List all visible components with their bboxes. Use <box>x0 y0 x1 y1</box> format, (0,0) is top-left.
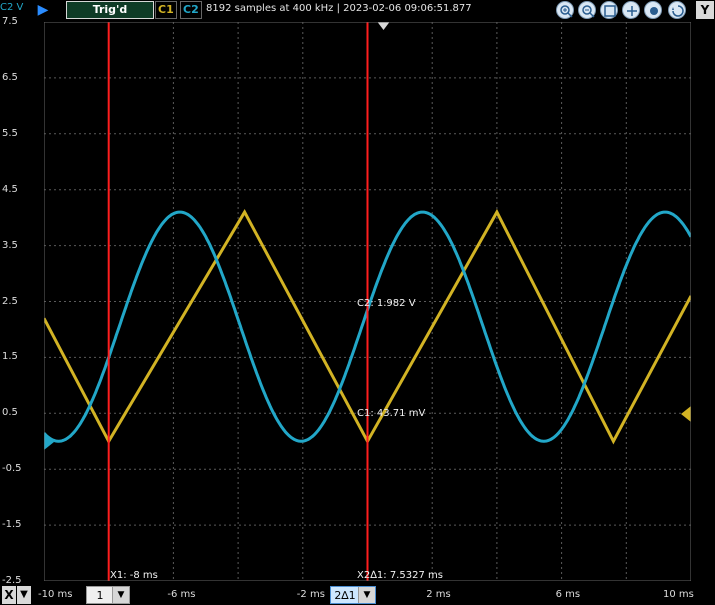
y-tick-label: 7.5 <box>2 16 18 27</box>
c2-cursor-value: C2: 1.982 V <box>357 298 416 309</box>
cursor-select-2[interactable]: 2∆1 ▼ <box>330 586 376 604</box>
x-tick-label: -6 ms <box>167 589 196 600</box>
x-axis-button[interactable]: X <box>2 586 16 604</box>
x2-cursor-label: X2∆1: 7.5327 ms <box>357 570 443 581</box>
x1-cursor-label: X1: -8 ms <box>110 570 158 581</box>
x-tick-label: -2 ms <box>296 589 325 600</box>
x-tick-label: 10 ms <box>663 589 694 600</box>
zoom-reset-icon[interactable] <box>668 1 686 19</box>
zoom-in-icon[interactable] <box>556 1 574 19</box>
pan-icon[interactable] <box>622 1 640 19</box>
y-tick-label: -0.5 <box>2 463 22 475</box>
top-toolbar: C2 V ▶ Trig'd C1 C2 8192 samples at 400 … <box>0 0 715 20</box>
chevron-down-icon: ▼ <box>358 587 375 603</box>
y-axis-button[interactable]: Y <box>696 1 714 19</box>
y-tick-label: 3.5 <box>2 239 18 251</box>
channel-2-badge[interactable]: C2 <box>180 1 202 19</box>
y-unit-label: C2 V <box>0 2 24 13</box>
zoom-out-icon[interactable] <box>578 1 596 19</box>
y-tick-label: 6.5 <box>2 71 18 83</box>
bottom-toolbar: X ▼ 1 ▼ 2∆1 ▼ -10 ms -6 ms -2 ms 2 ms 6 ms 10… <box>0 585 715 605</box>
cursor-select-2-value: 2∆1 <box>334 589 356 602</box>
y-tick-label: 0.5 <box>2 407 18 419</box>
x-tick-label: 6 ms <box>555 589 581 600</box>
y-tick-label: -1.5 <box>2 519 22 531</box>
cursor-select-1[interactable]: 1 ▼ <box>86 586 130 604</box>
cursor-select-1-value: 1 <box>96 589 104 602</box>
chevron-down-icon: ▼ <box>112 587 129 603</box>
y-tick-label: 1.5 <box>2 351 18 363</box>
y-tick-label: 2.5 <box>2 295 18 307</box>
y-tick-label: 5.5 <box>2 127 18 139</box>
x-axis-dropdown[interactable]: ▼ <box>17 586 31 604</box>
run-icon[interactable]: ▶ <box>34 1 52 19</box>
x-tick-label: -10 ms <box>38 589 73 600</box>
c1-cursor-value: C1: 43.71 mV <box>357 408 426 419</box>
trigger-state[interactable]: Trig'd <box>66 1 154 19</box>
x-tick-label: 2 ms <box>426 589 451 600</box>
hand-icon[interactable] <box>644 1 662 19</box>
fit-icon[interactable] <box>600 1 618 19</box>
acquisition-status: 8192 samples at 400 kHz | 2023-02-06 09:… <box>206 3 472 14</box>
y-tick-label: 4.5 <box>2 183 18 195</box>
channel-1-badge[interactable]: C1 <box>155 1 177 19</box>
